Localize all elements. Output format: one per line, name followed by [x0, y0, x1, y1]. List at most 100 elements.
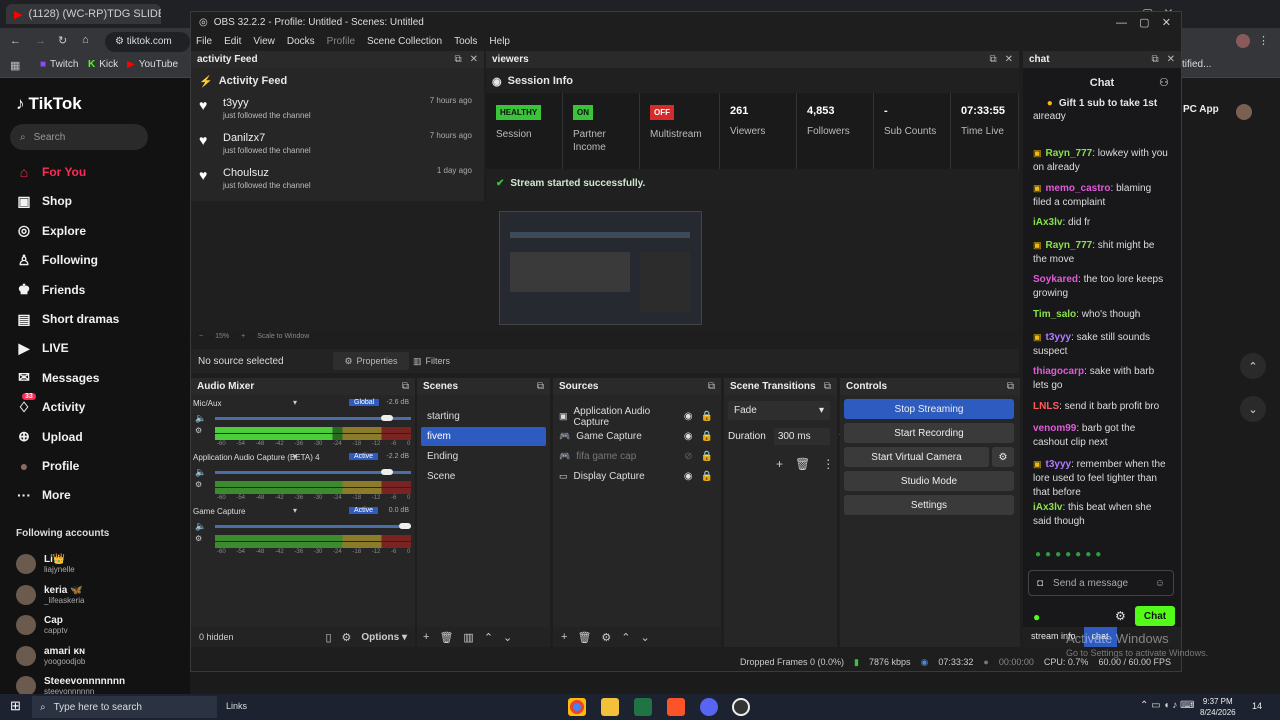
source-item[interactable]: 🎮 Game Capture ◉ 🔒 [559, 427, 713, 446]
brave-icon[interactable] [667, 698, 685, 716]
up-icon[interactable]: ⌃ [484, 631, 493, 644]
down-icon[interactable]: ⌄ [641, 631, 650, 644]
lock-icon[interactable]: 🔒 [701, 451, 713, 462]
bookmark-kick[interactable]: K Kick [88, 59, 118, 70]
scale-select[interactable]: Scale to Window [257, 333, 309, 340]
float-icon[interactable]: ⧉ [402, 381, 409, 392]
float-icon[interactable]: ⧉ [708, 381, 715, 392]
profile-avatar-icon[interactable] [1236, 34, 1250, 48]
tiktok-nav-live[interactable]: ▶ LIVE [16, 340, 69, 356]
chat-username[interactable]: venom99 [1033, 423, 1076, 434]
following-account[interactable]: keria 🦋 _lifeaskeria [16, 584, 84, 605]
tiktok-search-input[interactable]: ⌕ Search [10, 124, 148, 150]
apps-grid-icon[interactable]: ▦ [10, 59, 20, 72]
trash-icon[interactable]: 🗑 [795, 457, 810, 471]
lock-icon[interactable]: 🔒 [701, 411, 713, 422]
windows-start-icon[interactable]: ⊞ [10, 698, 21, 714]
menu-icon[interactable]: ⋮ [1258, 34, 1269, 47]
back-icon[interactable]: ← [10, 35, 21, 47]
tiktok-nav-for-you[interactable]: ⌂ For You [16, 164, 86, 180]
chat-username[interactable]: iAx3lv [1033, 502, 1062, 513]
menu-docks[interactable]: Docks [287, 36, 315, 47]
preview-canvas[interactable] [499, 211, 702, 325]
close-icon[interactable]: ✕ [1005, 54, 1013, 65]
trash-icon[interactable]: 🗑 [439, 631, 453, 644]
more-vertical-icon[interactable]: ⋮ [822, 457, 834, 471]
send-chat-button[interactable]: Chat [1135, 606, 1175, 626]
mixer-advanced-icon[interactable]: ⚙ [342, 631, 352, 644]
settings-icon[interactable]: ⚙ [1115, 609, 1126, 623]
clock[interactable]: 9:37 PM 8/24/2026 [1200, 696, 1236, 718]
menu-edit[interactable]: Edit [224, 36, 241, 47]
mixer-settings-icon[interactable]: ⚙ [195, 534, 202, 543]
volume-knob[interactable] [380, 415, 393, 421]
preview-area[interactable]: − 15% + Scale to Window [191, 201, 1019, 340]
chat-username[interactable]: Soykared [1033, 274, 1078, 285]
tiktok-nav-upload[interactable]: ⊕ Upload [16, 428, 83, 445]
source-item[interactable]: ▭ Display Capture ◉ 🔒 [559, 467, 713, 486]
up-icon[interactable]: ⌃ [621, 631, 630, 644]
volume-icon[interactable]: 🔈 [195, 467, 206, 478]
chevron-down-icon[interactable]: ▾ [293, 506, 297, 515]
tiktok-logo[interactable]: ♪ TikTok [16, 94, 82, 114]
bookmark-youtube[interactable]: ▶ YouTube [127, 59, 178, 70]
obs-icon[interactable] [732, 698, 750, 716]
start-virtual-camera-button[interactable]: Start Virtual Camera [844, 447, 989, 467]
bookmark-folder[interactable]: tified... [1182, 59, 1211, 70]
following-account[interactable]: Li👑 liajynelle [16, 554, 75, 574]
chevron-up-icon[interactable]: ⌃ [1240, 353, 1266, 379]
tiktok-nav-profile[interactable]: ● Profile [16, 458, 80, 474]
float-icon[interactable]: ⧉ [454, 54, 461, 65]
add-icon[interactable]: + [561, 631, 567, 643]
scene-item[interactable]: Ending [421, 447, 546, 466]
studio-mode-button[interactable]: Studio Mode [844, 471, 1014, 491]
emoji-icon[interactable]: ☺ [1155, 578, 1165, 589]
virtual-camera-settings-button[interactable]: ⚙ [992, 447, 1014, 467]
add-icon[interactable]: + [423, 631, 429, 643]
duration-input[interactable]: 300 ms [773, 428, 830, 445]
float-icon[interactable]: ⧉ [1151, 54, 1158, 65]
chat-username[interactable]: memo_castro [1046, 183, 1111, 194]
float-icon[interactable]: ⧉ [537, 381, 544, 392]
eye-icon[interactable]: ◉ [684, 431, 693, 442]
scene-filter-icon[interactable]: ▥ [463, 631, 473, 644]
source-item[interactable]: 🎮 fifa game cap ⊘ 🔒 [559, 447, 713, 466]
scene-item[interactable]: Scene [421, 467, 546, 486]
user-avatar[interactable] [1236, 104, 1252, 120]
excel-icon[interactable] [634, 698, 652, 716]
following-account[interactable]: Cap capptv [16, 615, 68, 635]
scene-item[interactable]: starting [421, 407, 546, 426]
eye-icon[interactable]: ◉ [684, 471, 693, 482]
float-icon[interactable]: ⧉ [1007, 381, 1014, 392]
tiktok-nav-friends[interactable]: ♚ Friends [16, 281, 86, 298]
add-icon[interactable]: + [776, 457, 783, 471]
source-item[interactable]: ▣ Application Audio Capture ◉ 🔒 [559, 406, 713, 428]
lock-icon[interactable]: 🔒 [701, 431, 713, 442]
menu-scene-collection[interactable]: Scene Collection [367, 36, 442, 47]
down-icon[interactable]: ⌄ [503, 631, 512, 644]
volume-knob[interactable] [380, 469, 393, 475]
chat-username[interactable]: Tim_salo [1033, 309, 1076, 320]
mixer-options-button[interactable]: Options ▾ [361, 632, 415, 643]
tiktok-nav-explore[interactable]: ◎ Explore [16, 222, 86, 239]
menu-view[interactable]: View [253, 36, 275, 47]
tiktok-nav-activity[interactable]: ♢ Activity 33 [16, 393, 85, 415]
mixer-settings-icon[interactable]: ⚙ [195, 480, 202, 489]
chat-username[interactable]: iAx3lv [1033, 217, 1062, 228]
chevron-down-icon[interactable]: ⌄ [1240, 396, 1266, 422]
following-account[interactable]: Steeevonnnnnnn steevonnnnnn [16, 676, 125, 694]
filters-button[interactable]: ▥ Filters [413, 352, 461, 370]
scene-item[interactable]: fivem [421, 427, 546, 446]
menu-tools[interactable]: Tools [454, 36, 477, 47]
bookmark-twitch[interactable]: ■ Twitch [40, 59, 78, 70]
chat-input[interactable]: ◘ Send a message ☺ [1028, 570, 1174, 596]
gear-icon[interactable]: ⚙ [601, 631, 611, 644]
volume-slider[interactable] [215, 415, 411, 421]
lock-icon[interactable]: 🔒 [701, 471, 713, 482]
chat-username[interactable]: t3yyy [1046, 459, 1072, 470]
menu-help[interactable]: Help [489, 36, 510, 47]
volume-slider[interactable] [215, 523, 411, 529]
chevron-down-icon[interactable]: ▾ [293, 452, 297, 461]
chrome-icon[interactable] [568, 698, 586, 716]
volume-icon[interactable]: 🔈 [195, 521, 206, 532]
